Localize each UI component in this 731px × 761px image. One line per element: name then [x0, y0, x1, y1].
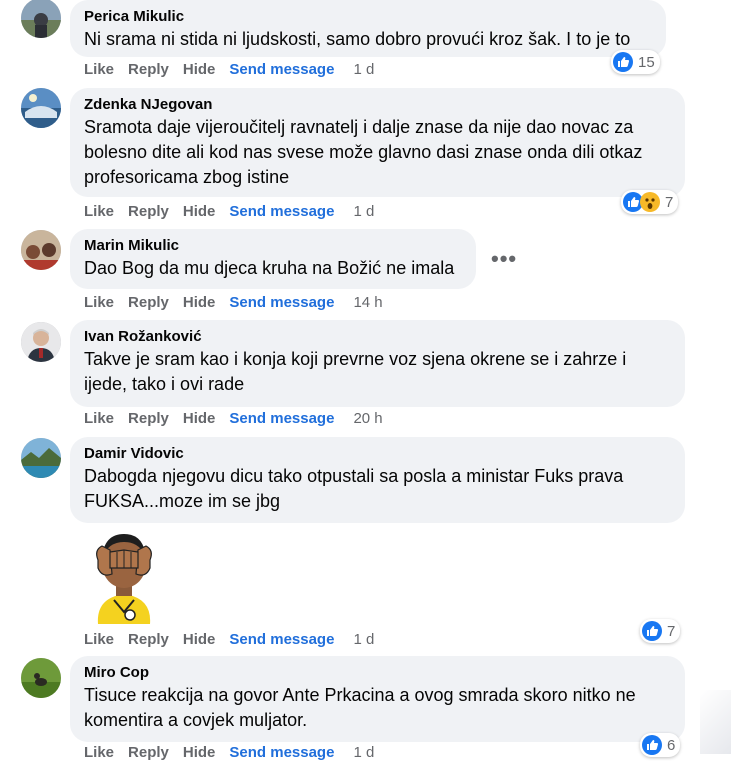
reaction-count[interactable]: 6 — [640, 733, 681, 757]
comment-author[interactable]: Miro Cop — [84, 663, 671, 683]
like-button[interactable]: Like — [84, 203, 114, 220]
reaction-total: 7 — [667, 622, 676, 640]
comment-author[interactable]: Damir Vidovic — [84, 444, 671, 464]
reply-button[interactable]: Reply — [128, 294, 169, 311]
reply-button[interactable]: Reply — [128, 203, 169, 220]
like-button[interactable]: Like — [84, 744, 114, 761]
comment-actions: Like Reply Hide Send message 1 d — [84, 203, 388, 220]
comment-text-line: Dabogda njegovu dicu tako otpustali sa p… — [84, 466, 624, 486]
comment-text-line: ijede, tako i ovi rade — [84, 374, 245, 394]
wow-reaction-icon — [640, 192, 660, 212]
reply-button[interactable]: Reply — [128, 61, 169, 78]
reaction-total: 15 — [638, 53, 655, 71]
covering-eyes-sticker[interactable] — [84, 520, 164, 624]
avatar[interactable] — [21, 658, 61, 698]
hide-button[interactable]: Hide — [183, 744, 216, 761]
reply-button[interactable]: Reply — [128, 744, 169, 761]
comment-actions: Like Reply Hide Send message 1 d — [84, 631, 388, 648]
send-message-button[interactable]: Send message — [229, 631, 334, 648]
comment-time[interactable]: 1 d — [353, 744, 374, 761]
send-message-button[interactable]: Send message — [229, 410, 334, 427]
comment-text-line: Takve je sram kao i konja koji prevrne v… — [84, 349, 627, 369]
comment-text-line: Tisuce reakcija na govor Ante Prkacina a… — [84, 685, 636, 705]
reaction-count[interactable]: 15 — [611, 50, 660, 74]
hide-button[interactable]: Hide — [183, 61, 216, 78]
hide-button[interactable]: Hide — [183, 631, 216, 648]
reaction-count[interactable]: 7 — [640, 619, 681, 643]
hide-button[interactable]: Hide — [183, 203, 216, 220]
reaction-total: 6 — [667, 736, 676, 754]
like-button[interactable]: Like — [84, 61, 114, 78]
like-reaction-icon — [642, 621, 662, 641]
like-button[interactable]: Like — [84, 410, 114, 427]
avatar[interactable] — [21, 438, 61, 478]
comment-author[interactable]: Ivan Rožanković — [84, 327, 671, 347]
comment-text-line: profesoricama zbog istine — [84, 167, 290, 187]
comment-text-line: bolesno dite ali kod nas svese može glav… — [84, 142, 643, 162]
reaction-total: 7 — [665, 193, 674, 211]
comment-text: Dao Bog da mu djeca kruha na Božić ne im… — [84, 258, 455, 278]
comment-time[interactable]: 1 d — [353, 203, 374, 220]
send-message-button[interactable]: Send message — [229, 61, 334, 78]
comment-text-line: komentira a covjek muljator. — [84, 710, 308, 730]
comment-time[interactable]: 20 h — [353, 410, 382, 427]
comment-bubble: Marin Mikulic Dao Bog da mu djeca kruha … — [70, 229, 476, 289]
reply-button[interactable]: Reply — [128, 410, 169, 427]
comment-bubble: Perica Mikulic Ni srama ni stida ni ljud… — [70, 0, 666, 57]
comment-actions: Like Reply Hide Send message 14 h — [84, 294, 397, 311]
comment-actions: Like Reply Hide Send message 1 d — [84, 61, 388, 78]
comment-text-line: Sramota daje vijeroučitelj ravnatelj i d… — [84, 117, 634, 137]
comment-time[interactable]: 14 h — [353, 294, 382, 311]
comment-author[interactable]: Perica Mikulic — [84, 7, 652, 27]
comment-actions: Like Reply Hide Send message 20 h — [84, 410, 397, 427]
hide-button[interactable]: Hide — [183, 410, 216, 427]
like-reaction-icon — [613, 52, 633, 72]
send-message-button[interactable]: Send message — [229, 203, 334, 220]
comment-bubble: Damir Vidovic Dabogda njegovu dicu tako … — [70, 437, 685, 523]
avatar[interactable] — [21, 322, 61, 362]
avatar[interactable] — [21, 0, 61, 38]
comment-time[interactable]: 1 d — [353, 631, 374, 648]
like-button[interactable]: Like — [84, 631, 114, 648]
hide-button[interactable]: Hide — [183, 294, 216, 311]
comment-time[interactable]: 1 d — [353, 61, 374, 78]
comment-text: Ni srama ni stida ni ljudskosti, samo do… — [84, 29, 631, 49]
comment-bubble: Ivan Rožanković Takve je sram kao i konj… — [70, 320, 685, 407]
like-button[interactable]: Like — [84, 294, 114, 311]
comment-author[interactable]: Zdenka NJegovan — [84, 95, 671, 115]
send-message-button[interactable]: Send message — [229, 744, 334, 761]
comment-text-line: FUKSA...moze im se jbg — [84, 491, 281, 511]
send-message-button[interactable]: Send message — [229, 294, 334, 311]
like-reaction-icon — [642, 735, 662, 755]
comment-actions: Like Reply Hide Send message 1 d — [84, 744, 388, 761]
comment-bubble: Miro Cop Tisuce reakcija na govor Ante P… — [70, 656, 685, 742]
avatar[interactable] — [21, 88, 61, 128]
reply-button[interactable]: Reply — [128, 631, 169, 648]
avatar[interactable] — [21, 230, 61, 270]
reaction-count[interactable]: 7 — [621, 190, 679, 214]
more-options-icon[interactable]: ••• — [491, 246, 517, 272]
comment-author[interactable]: Marin Mikulic — [84, 236, 462, 256]
comment-bubble: Zdenka NJegovan Sramota daje vijeroučite… — [70, 88, 685, 197]
page-corner-shadow — [700, 690, 731, 754]
